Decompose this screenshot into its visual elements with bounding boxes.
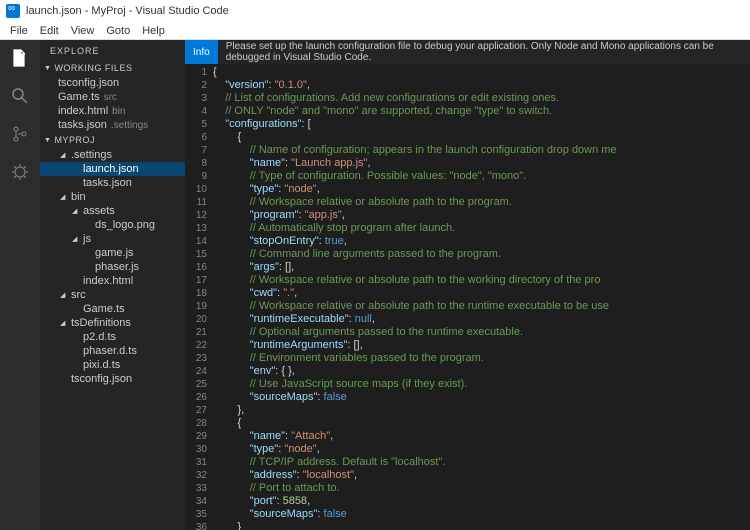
chevron-icon: ◢: [72, 235, 80, 243]
working-file[interactable]: tsconfig.json: [40, 76, 185, 90]
window-titlebar: launch.json - MyProj - Visual Studio Cod…: [0, 0, 750, 22]
git-icon[interactable]: [8, 122, 32, 146]
working-file[interactable]: index.htmlbin: [40, 104, 185, 118]
folder-item[interactable]: ◢.settings: [40, 148, 185, 162]
editor-area: Info Please set up the launch configurat…: [185, 40, 750, 530]
menu-goto[interactable]: Goto: [100, 25, 136, 37]
code-editor[interactable]: 1234567891011121314151617181920212223242…: [185, 64, 750, 530]
info-bar: Info Please set up the launch configurat…: [185, 40, 750, 64]
chevron-icon: ◢: [72, 207, 80, 215]
folder-item[interactable]: ◢js: [40, 232, 185, 246]
file-item[interactable]: p2.d.ts: [40, 330, 185, 344]
code-lines[interactable]: { "version": "0.1.0", // List of configu…: [213, 64, 750, 530]
info-badge: Info: [185, 40, 218, 64]
window-title: launch.json - MyProj - Visual Studio Cod…: [26, 5, 229, 17]
file-item[interactable]: phaser.js: [40, 260, 185, 274]
sidebar-header: EXPLORE: [40, 40, 185, 60]
file-item[interactable]: index.html: [40, 274, 185, 288]
folder-item[interactable]: ◢assets: [40, 204, 185, 218]
folder-item[interactable]: ◢bin: [40, 190, 185, 204]
file-item[interactable]: phaser.d.ts: [40, 344, 185, 358]
folder-item[interactable]: ◢tsDefinitions: [40, 316, 185, 330]
file-item[interactable]: pixi.d.ts: [40, 358, 185, 372]
chevron-down-icon: ▼: [44, 137, 51, 144]
chevron-icon: ◢: [60, 291, 68, 299]
sidebar: EXPLORE ▼WORKING FILES tsconfig.jsonGame…: [40, 40, 185, 530]
menu-file[interactable]: File: [4, 25, 34, 37]
working-files-section[interactable]: ▼WORKING FILES: [40, 60, 185, 76]
debug-icon[interactable]: [8, 160, 32, 184]
app-icon: [6, 4, 20, 18]
file-item[interactable]: game.js: [40, 246, 185, 260]
info-message: Please set up the launch configuration f…: [218, 41, 750, 63]
working-file[interactable]: tasks.json.settings: [40, 118, 185, 132]
chevron-down-icon: ▼: [44, 65, 51, 72]
working-file[interactable]: Game.tssrc: [40, 90, 185, 104]
file-item[interactable]: tasks.json: [40, 176, 185, 190]
menu-help[interactable]: Help: [136, 25, 171, 37]
line-numbers: 1234567891011121314151617181920212223242…: [185, 64, 213, 530]
chevron-icon: ◢: [60, 319, 68, 327]
file-item[interactable]: tsconfig.json: [40, 372, 185, 386]
folder-item[interactable]: ◢src: [40, 288, 185, 302]
files-icon[interactable]: [8, 46, 32, 70]
chevron-icon: ◢: [60, 193, 68, 201]
file-item[interactable]: launch.json: [40, 162, 185, 176]
search-icon[interactable]: [8, 84, 32, 108]
menu-view[interactable]: View: [65, 25, 101, 37]
menubar: FileEditViewGotoHelp: [0, 22, 750, 40]
file-item[interactable]: Game.ts: [40, 302, 185, 316]
activity-bar: [0, 40, 40, 530]
file-item[interactable]: ds_logo.png: [40, 218, 185, 232]
chevron-icon: ◢: [60, 151, 68, 159]
project-section[interactable]: ▼MYPROJ: [40, 132, 185, 148]
menu-edit[interactable]: Edit: [34, 25, 65, 37]
